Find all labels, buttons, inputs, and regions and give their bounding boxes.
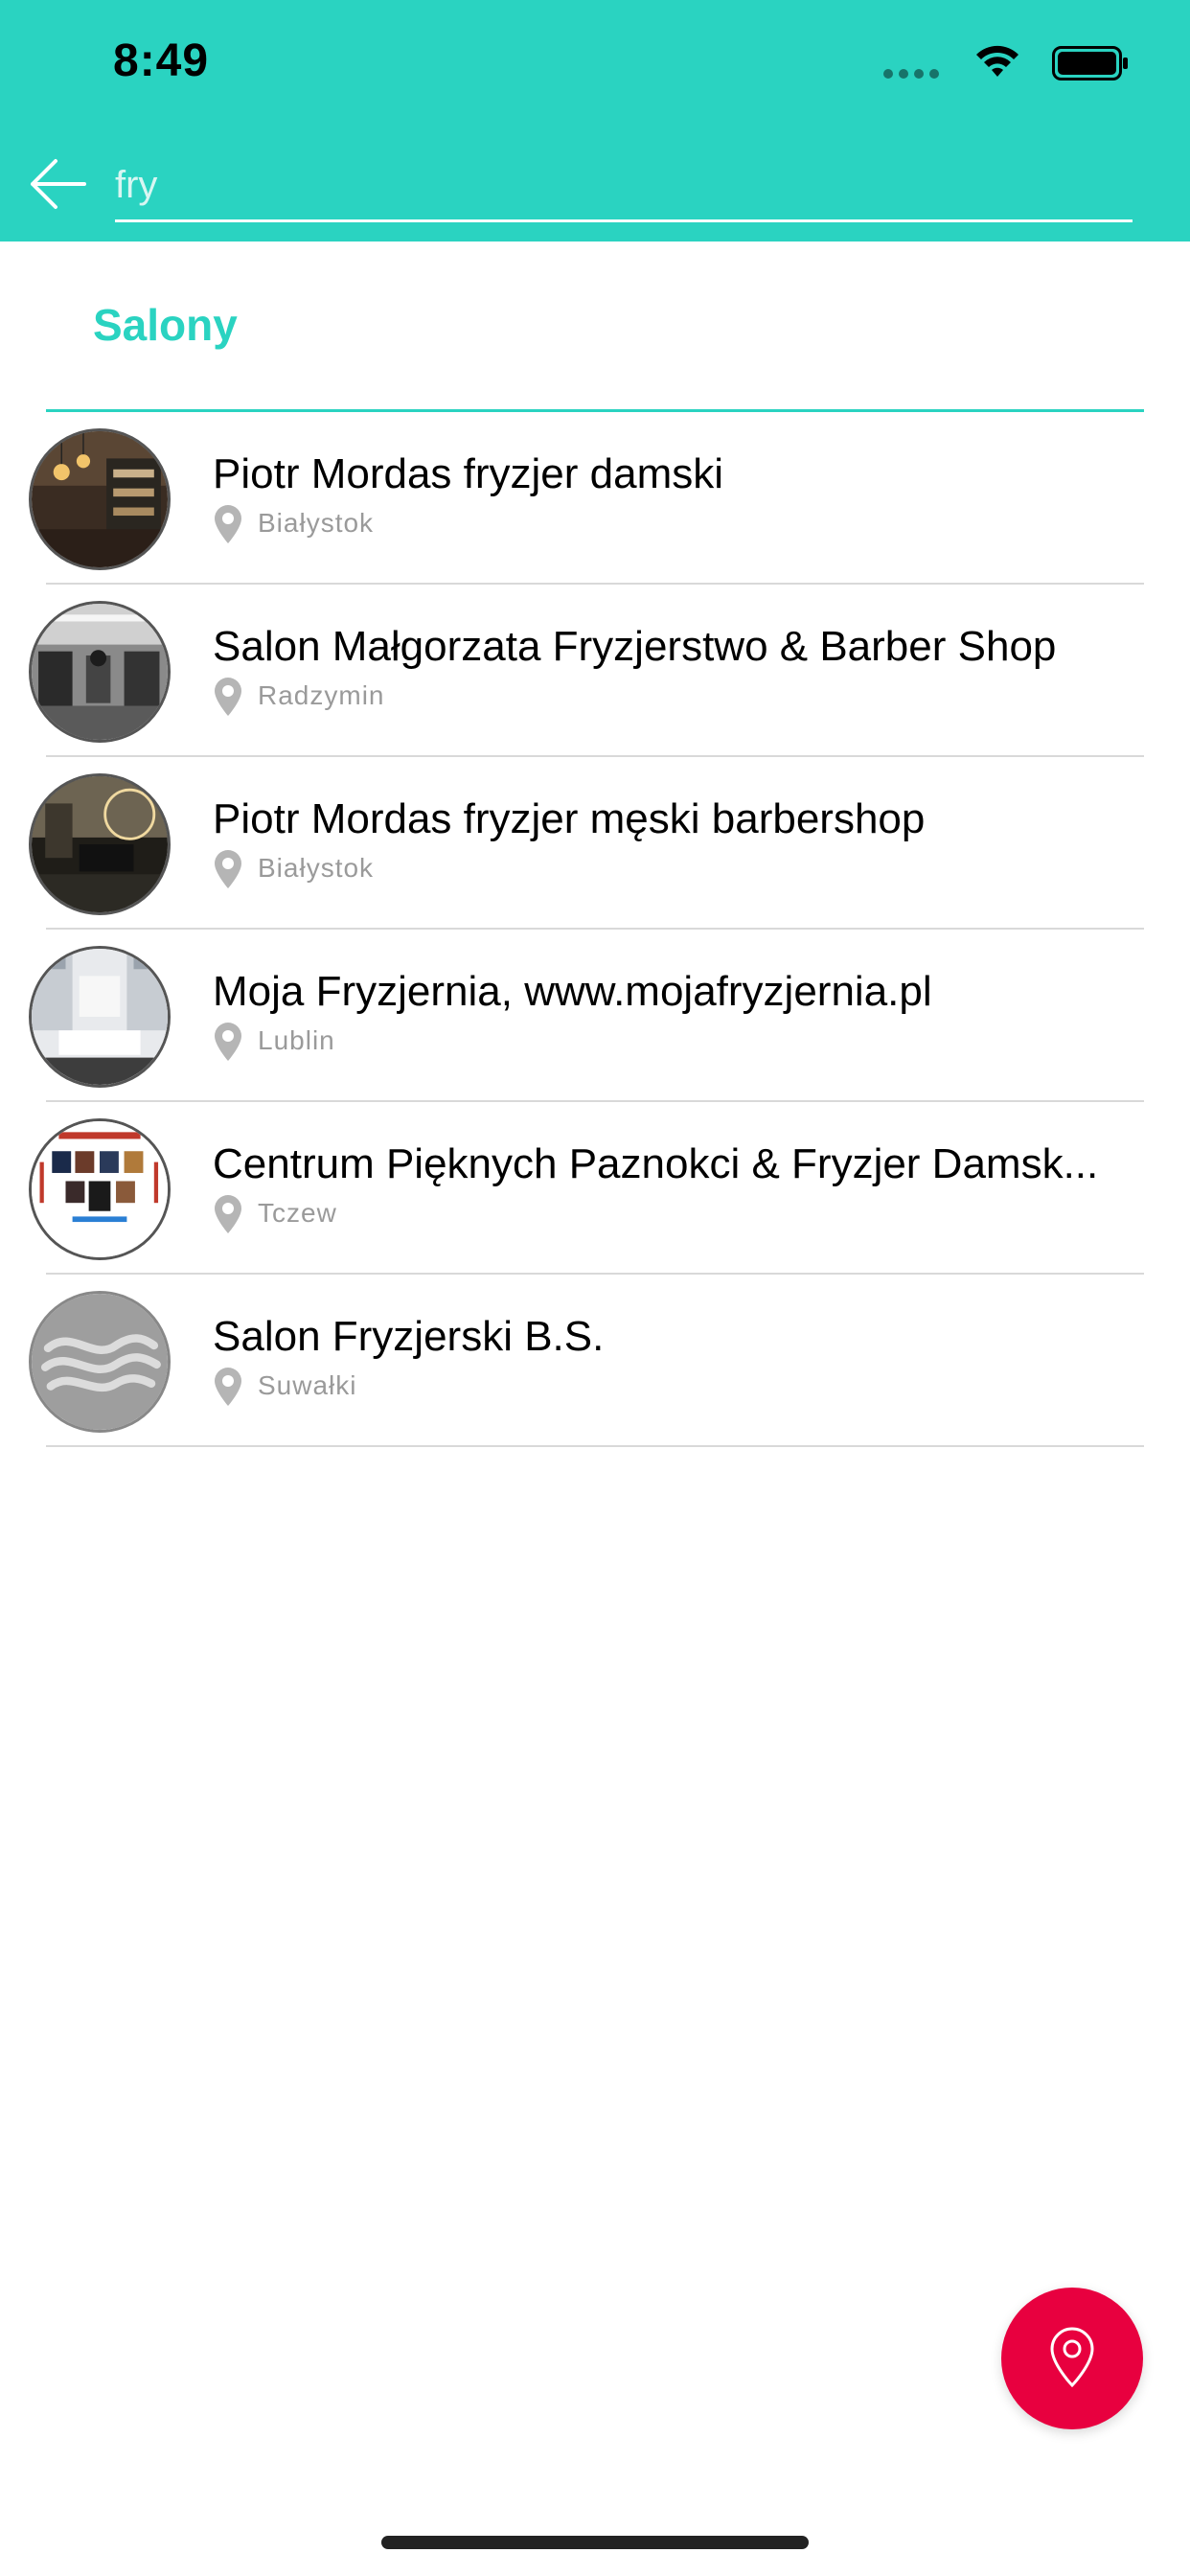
salon-avatar (29, 1291, 171, 1433)
salon-list-item[interactable]: Piotr Mordas fryzjer męski barbershop Bi… (0, 757, 1190, 930)
salon-list: Piotr Mordas fryzjer damski Białystok Sa… (0, 412, 1190, 1447)
row-divider (46, 1445, 1144, 1447)
location-pin-icon (215, 678, 241, 716)
salon-name: Moja Fryzjernia, www.mojafryzjernia.pl (213, 968, 932, 1015)
wifi-icon (976, 45, 1018, 77)
location-pin-icon (215, 1195, 241, 1233)
location-pin-icon (215, 1368, 241, 1406)
salon-avatar (29, 601, 171, 743)
status-time: 8:49 (113, 35, 210, 86)
search-field[interactable] (115, 153, 1133, 222)
salon-city: Białystok (258, 853, 375, 883)
salon-name: Centrum Pięknych Paznokci & Fryzjer Dams… (213, 1140, 1099, 1187)
location-pin-icon (215, 850, 241, 888)
salon-list-item[interactable]: Moja Fryzjernia, www.mojafryzjernia.pl L… (0, 930, 1190, 1102)
salon-name: Salon Małgorzata Fryzjerstwo & Barber Sh… (213, 623, 1057, 670)
app-header: 8:49 (0, 0, 1190, 242)
salon-list-item[interactable]: Centrum Pięknych Paznokci & Fryzjer Dams… (0, 1102, 1190, 1275)
salon-city: Radzymin (258, 680, 385, 710)
salon-city: Lublin (258, 1025, 335, 1055)
salon-avatar (29, 773, 171, 915)
home-indicator (381, 2536, 809, 2549)
section-title: Salony (93, 300, 238, 350)
salon-name: Salon Fryzjerski B.S. (213, 1313, 605, 1360)
salon-list-item[interactable]: Piotr Mordas fryzjer damski Białystok (0, 412, 1190, 585)
salon-city: Tczew (258, 1198, 337, 1228)
status-icons (841, 42, 1129, 88)
location-pin-icon (1050, 2327, 1094, 2388)
salon-list-item[interactable]: Salon Fryzjerski B.S. Suwałki (0, 1275, 1190, 1447)
salon-city: Białystok (258, 508, 375, 538)
cellular-signal-icon (883, 69, 941, 79)
salon-avatar (29, 946, 171, 1088)
salon-avatar (29, 428, 171, 570)
back-arrow-icon[interactable] (27, 153, 88, 215)
location-pin-icon (215, 505, 241, 543)
salon-name: Piotr Mordas fryzjer męski barbershop (213, 795, 926, 842)
salon-list-item[interactable]: Salon Małgorzata Fryzjerstwo & Barber Sh… (0, 585, 1190, 757)
search-input[interactable] (115, 153, 1133, 217)
salon-name: Piotr Mordas fryzjer damski (213, 450, 724, 497)
salon-city: Suwałki (258, 1370, 357, 1400)
location-pin-icon (215, 1023, 241, 1061)
salon-avatar (29, 1118, 171, 1260)
map-view-button[interactable] (1001, 2288, 1143, 2429)
battery-icon (1052, 46, 1128, 80)
